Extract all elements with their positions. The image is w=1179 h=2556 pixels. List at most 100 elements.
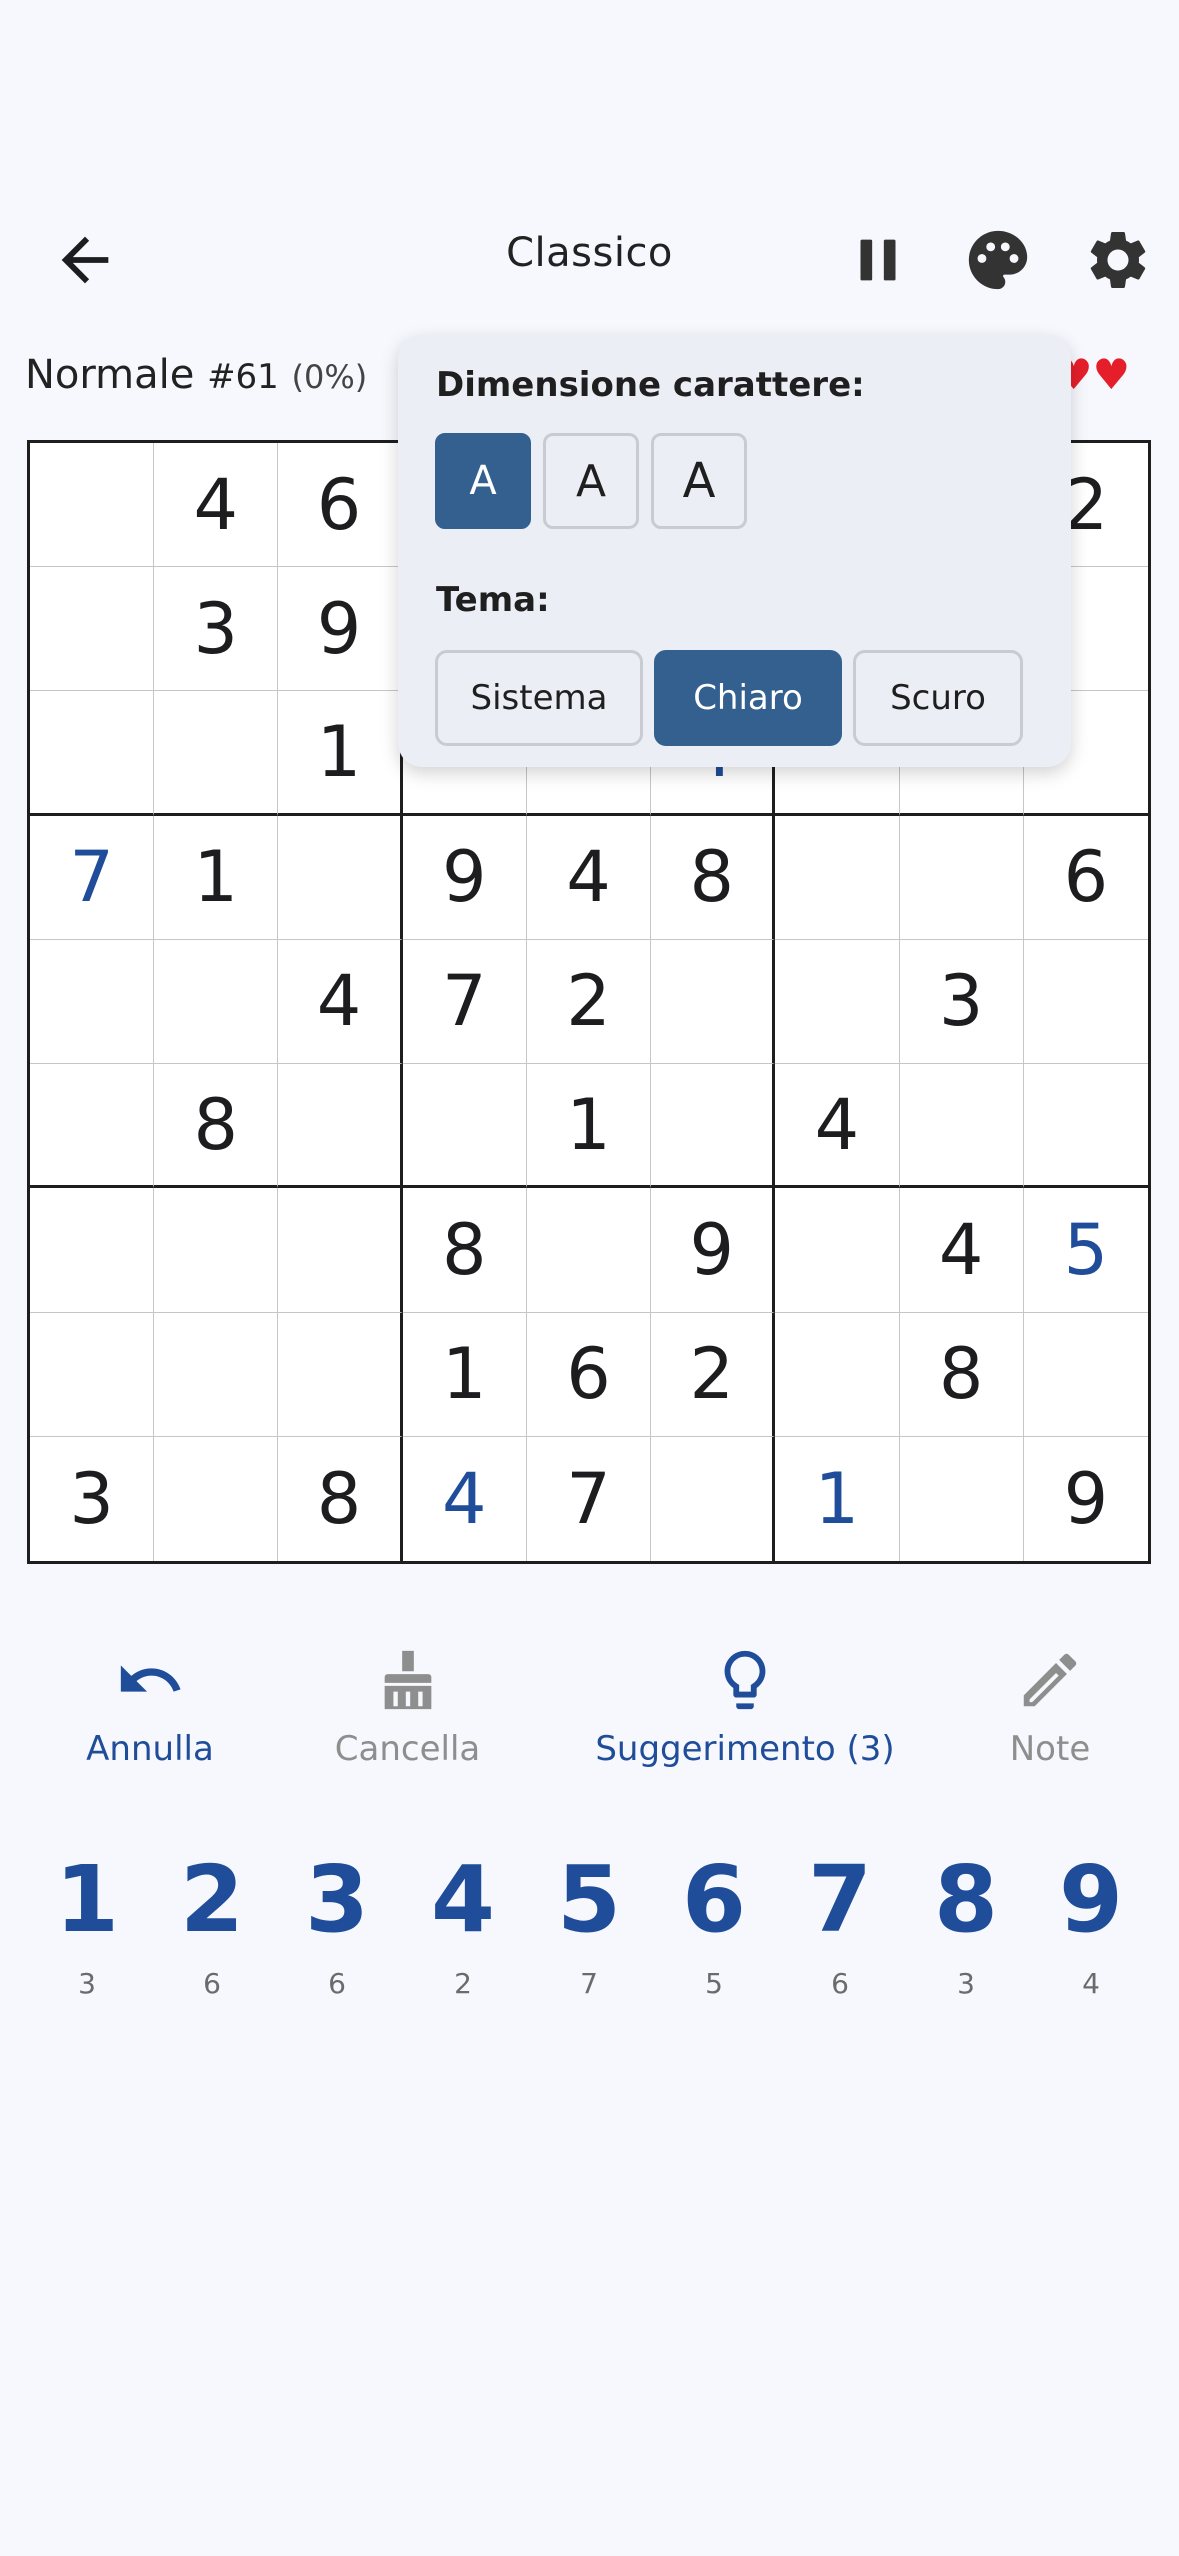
sudoku-cell[interactable] — [278, 815, 403, 940]
sudoku-cell[interactable]: 7 — [30, 815, 155, 940]
sudoku-cell[interactable]: 4 — [526, 815, 652, 940]
app-header: Classico — [0, 200, 1179, 320]
number-digit: 2 — [179, 1846, 244, 1953]
sudoku-cell[interactable]: 9 — [278, 567, 403, 692]
sudoku-cell[interactable]: 8 — [278, 1436, 403, 1561]
sudoku-cell[interactable]: 4 — [899, 1188, 1024, 1313]
sudoku-cell[interactable] — [775, 1188, 900, 1313]
sudoku-cell[interactable] — [775, 815, 900, 940]
sudoku-cell[interactable]: 4 — [775, 1064, 900, 1189]
number-remaining-count: 6 — [328, 1967, 346, 2000]
sudoku-cell[interactable] — [30, 691, 155, 816]
sudoku-cell[interactable] — [899, 1064, 1024, 1189]
number-digit: 8 — [933, 1846, 998, 1953]
sudoku-cell[interactable]: 2 — [526, 939, 652, 1065]
sudoku-cell[interactable] — [651, 939, 776, 1065]
number-button-3[interactable]: 3 6 — [282, 1845, 392, 2000]
sudoku-cell[interactable]: 5 — [1023, 1188, 1148, 1313]
number-digit: 7 — [807, 1846, 872, 1953]
font-size-large-button[interactable]: A — [651, 433, 747, 529]
pause-button[interactable] — [843, 225, 913, 295]
sudoku-cell[interactable]: 8 — [402, 1188, 527, 1313]
sudoku-cell[interactable] — [278, 1312, 403, 1437]
sudoku-cell[interactable]: 7 — [402, 939, 527, 1065]
sudoku-cell[interactable] — [154, 1436, 279, 1561]
theme-system-button[interactable]: Sistema — [435, 650, 643, 746]
number-remaining-count: 2 — [454, 1967, 472, 2000]
sudoku-cell[interactable] — [30, 1312, 155, 1437]
sudoku-cell[interactable]: 1 — [278, 691, 403, 816]
sudoku-cell[interactable] — [30, 939, 155, 1065]
sudoku-cell[interactable]: 2 — [651, 1312, 776, 1437]
sudoku-cell[interactable] — [30, 567, 155, 692]
undo-label: Annulla — [86, 1729, 214, 1769]
sudoku-cell[interactable]: 1 — [775, 1436, 900, 1561]
palette-icon — [968, 230, 1028, 290]
sudoku-cell[interactable] — [651, 1436, 776, 1561]
sudoku-cell[interactable]: 4 — [154, 443, 279, 568]
theme-light-button[interactable]: Chiaro — [654, 650, 842, 746]
sudoku-cell[interactable]: 6 — [526, 1312, 652, 1437]
erase-button[interactable]: Cancella — [320, 1645, 495, 1769]
sudoku-cell[interactable] — [154, 1312, 279, 1437]
sudoku-cell[interactable] — [154, 1188, 279, 1313]
number-button-5[interactable]: 5 7 — [534, 1845, 644, 2000]
sudoku-cell[interactable] — [900, 1436, 1024, 1561]
sudoku-cell[interactable]: 1 — [526, 1064, 652, 1189]
number-button-9[interactable]: 9 4 — [1036, 1845, 1146, 2000]
sudoku-cell[interactable]: 6 — [278, 443, 403, 568]
sudoku-cell[interactable] — [278, 1064, 403, 1189]
theme-button[interactable] — [963, 225, 1033, 295]
sudoku-cell[interactable] — [154, 691, 279, 816]
sudoku-cell[interactable]: 9 — [402, 815, 527, 940]
sudoku-cell[interactable]: 9 — [1024, 1437, 1148, 1561]
number-remaining-count: 7 — [580, 1967, 598, 2000]
sudoku-cell[interactable] — [899, 815, 1024, 940]
sudoku-cell[interactable]: 3 — [154, 567, 279, 692]
number-button-1[interactable]: 1 3 — [32, 1845, 142, 2000]
theme-dark-button[interactable]: Scuro — [853, 650, 1023, 746]
sudoku-cell[interactable]: 4 — [278, 939, 403, 1065]
number-digit: 4 — [430, 1846, 495, 1953]
hint-button[interactable]: Suggerimento (3) — [595, 1645, 895, 1769]
sudoku-cell[interactable] — [1023, 940, 1148, 1065]
number-digit: 3 — [304, 1846, 369, 1953]
number-button-4[interactable]: 4 2 — [408, 1845, 518, 2000]
sudoku-cell[interactable] — [1023, 1064, 1148, 1189]
number-button-6[interactable]: 6 5 — [659, 1845, 769, 2000]
sudoku-cell[interactable]: 3 — [899, 939, 1024, 1065]
sudoku-cell[interactable]: 4 — [403, 1436, 527, 1561]
sudoku-cell[interactable]: 3 — [30, 1436, 155, 1561]
sudoku-cell[interactable] — [775, 1312, 900, 1437]
sudoku-cell[interactable] — [30, 443, 155, 568]
font-size-label: Dimensione carattere: — [436, 365, 865, 405]
sudoku-cell[interactable]: 9 — [651, 1188, 776, 1313]
sudoku-cell[interactable] — [30, 1188, 155, 1313]
number-button-2[interactable]: 2 6 — [157, 1845, 267, 2000]
sudoku-cell[interactable]: 1 — [154, 815, 279, 940]
display-settings-popup: Dimensione carattere: A A A Tema: Sistem… — [398, 335, 1071, 767]
hint-label: Suggerimento (3) — [595, 1729, 895, 1769]
undo-button[interactable]: Annulla — [85, 1645, 215, 1769]
font-size-small-button[interactable]: A — [435, 433, 531, 529]
settings-button[interactable] — [1083, 225, 1153, 295]
notes-button[interactable]: Note — [995, 1645, 1105, 1769]
sudoku-cell[interactable]: 1 — [402, 1312, 527, 1437]
sudoku-cell[interactable] — [30, 1064, 155, 1189]
number-button-7[interactable]: 7 6 — [785, 1845, 895, 2000]
sudoku-cell[interactable] — [1023, 1313, 1148, 1437]
sudoku-cell[interactable] — [526, 1188, 652, 1313]
number-button-8[interactable]: 8 3 — [911, 1845, 1021, 2000]
sudoku-cell[interactable]: 8 — [651, 815, 776, 940]
sudoku-cell[interactable] — [402, 1064, 527, 1189]
sudoku-cell[interactable] — [651, 1064, 776, 1189]
sudoku-cell[interactable]: 8 — [899, 1312, 1024, 1437]
sudoku-cell[interactable] — [775, 939, 900, 1065]
font-size-medium-button[interactable]: A — [543, 433, 639, 529]
game-info: Normale #61 (0%) — [25, 352, 367, 398]
sudoku-cell[interactable] — [278, 1188, 403, 1313]
sudoku-cell[interactable]: 6 — [1023, 816, 1148, 940]
sudoku-cell[interactable]: 7 — [527, 1436, 652, 1561]
sudoku-cell[interactable] — [154, 939, 279, 1065]
sudoku-cell[interactable]: 8 — [154, 1064, 279, 1189]
